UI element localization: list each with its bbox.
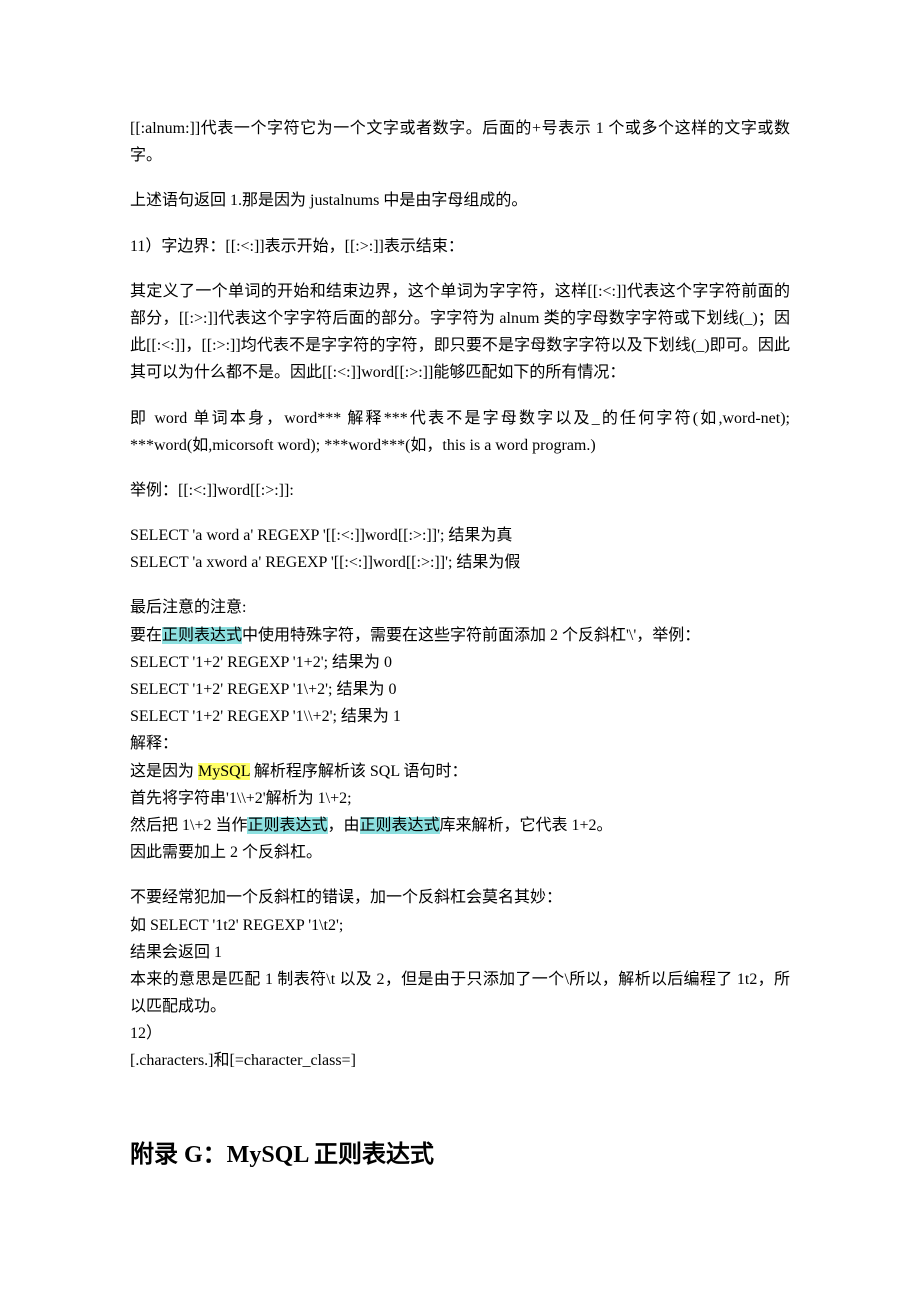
paragraph: 要在正则表达式中使用特殊字符，需要在这些字符前面添加 2 个反斜杠'\'，举例： <box>130 622 790 649</box>
paragraph: 其定义了一个单词的开始和结束边界，这个单词为字字符，这样[[:<:]]代表这个字… <box>130 278 790 387</box>
code-line: SELECT '1+2' REGEXP '1+2'; 结果为 0 <box>130 649 790 676</box>
document-page: [[:alnum:]]代表一个字符它为一个文字或者数字。后面的+号表示 1 个或… <box>0 0 920 1302</box>
highlight-regex: 正则表达式 <box>247 817 327 834</box>
text-run: ，由 <box>328 817 360 834</box>
paragraph: 即 word 单词本身，word*** 解释***代表不是字母数字以及_的任何字… <box>130 405 790 459</box>
paragraph: 不要经常犯加一个反斜杠的错误，加一个反斜杠会莫名其妙： <box>130 884 790 911</box>
paragraph: 12） <box>130 1020 790 1047</box>
paragraph: 首先将字符串'1\\+2'解析为 1\+2; <box>130 785 790 812</box>
text-run: 然后把 1\+2 当作 <box>130 817 247 834</box>
paragraph: 结果会返回 1 <box>130 939 790 966</box>
paragraph: 因此需要加上 2 个反斜杠。 <box>130 839 790 866</box>
paragraph: 11）字边界：[[:<:]]表示开始，[[:>:]]表示结束： <box>130 233 790 260</box>
paragraph: 这是因为 MySQL 解析程序解析该 SQL 语句时： <box>130 758 790 785</box>
text-run: 中使用特殊字符，需要在这些字符前面添加 2 个反斜杠'\'，举例： <box>242 627 700 644</box>
highlight-regex: 正则表达式 <box>162 627 242 644</box>
paragraph: 然后把 1\+2 当作正则表达式，由正则表达式库来解析，它代表 1+2。 <box>130 812 790 839</box>
paragraph: 本来的意思是匹配 1 制表符\t 以及 2，但是由于只添加了一个\所以，解析以后… <box>130 966 790 1020</box>
text-run: 要在 <box>130 627 162 644</box>
paragraph: [[:alnum:]]代表一个字符它为一个文字或者数字。后面的+号表示 1 个或… <box>130 115 790 169</box>
paragraph: [.characters.]和[=character_class=] <box>130 1047 790 1074</box>
highlight-mysql: MySQL <box>198 763 250 780</box>
code-line: SELECT '1+2' REGEXP '1\+2'; 结果为 0 <box>130 676 790 703</box>
code-line: SELECT '1+2' REGEXP '1\\+2'; 结果为 1 <box>130 703 790 730</box>
code-line: 如 SELECT '1t2' REGEXP '1\t2'; <box>130 912 790 939</box>
appendix-heading: 附录 G：MySQL 正则表达式 <box>130 1135 790 1176</box>
code-line: SELECT 'a word a' REGEXP '[[:<:]]word[[:… <box>130 522 790 549</box>
paragraph: 解释： <box>130 730 790 757</box>
code-line: SELECT 'a xword a' REGEXP '[[:<:]]word[[… <box>130 549 790 576</box>
paragraph: 最后注意的注意: <box>130 594 790 621</box>
text-run: 解析程序解析该 SQL 语句时： <box>250 763 468 780</box>
paragraph: 举例：[[:<:]]word[[:>:]]: <box>130 477 790 504</box>
text-run: 这是因为 <box>130 763 198 780</box>
paragraph: 上述语句返回 1.那是因为 justalnums 中是由字母组成的。 <box>130 187 790 214</box>
text-run: 库来解析，它代表 1+2。 <box>440 817 613 834</box>
highlight-regex: 正则表达式 <box>360 817 440 834</box>
